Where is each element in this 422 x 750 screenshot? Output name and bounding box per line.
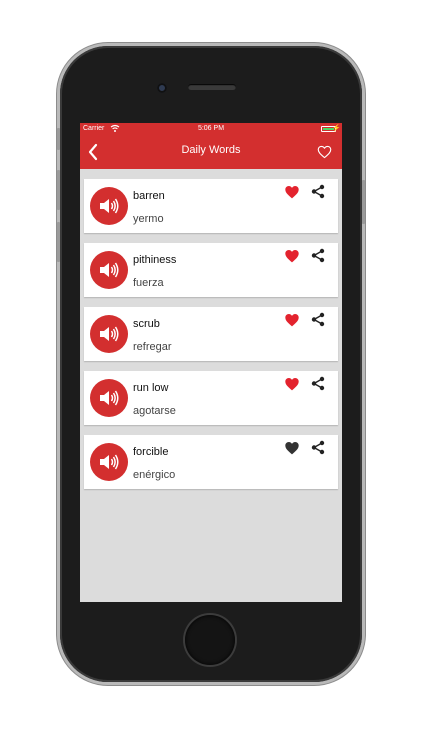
share-icon[interactable] — [311, 248, 325, 263]
share-icon[interactable] — [311, 184, 325, 199]
speaker-icon — [100, 198, 119, 214]
heart-icon[interactable] — [284, 441, 300, 455]
word-card[interactable]: run low agotarse — [84, 371, 338, 425]
play-audio-button[interactable] — [90, 379, 128, 417]
play-audio-button[interactable] — [90, 251, 128, 289]
play-audio-button[interactable] — [90, 315, 128, 353]
heart-icon[interactable] — [284, 249, 300, 263]
phone-frame: Carrier 5:06 PM ⚡ Daily Words barren yerm… — [57, 46, 365, 682]
status-bar: Carrier 5:06 PM ⚡ — [80, 123, 342, 135]
volume-up-button — [57, 170, 60, 210]
word-card[interactable]: barren yermo — [84, 179, 338, 233]
heart-icon[interactable] — [284, 377, 300, 391]
word-list: barren yermo pithiness fuerza scrub refregar r… — [84, 179, 338, 499]
word-text: barren — [133, 190, 165, 202]
translation-text: refregar — [133, 341, 172, 353]
mute-switch — [57, 128, 60, 150]
front-camera — [157, 83, 167, 93]
word-text: pithiness — [133, 254, 177, 266]
app-screen: Carrier 5:06 PM ⚡ Daily Words barren yerm… — [80, 123, 342, 602]
speaker-icon — [100, 390, 119, 406]
share-icon[interactable] — [311, 376, 325, 391]
navigation-bar: Daily Words — [80, 135, 342, 169]
translation-text: enérgico — [133, 469, 176, 481]
page-title: Daily Words — [181, 144, 241, 156]
speaker-icon — [100, 454, 119, 470]
translation-text: agotarse — [133, 405, 176, 417]
word-card[interactable]: forcible enérgico — [84, 435, 338, 489]
translation-text: yermo — [133, 213, 164, 225]
translation-text: fuerza — [133, 277, 164, 289]
heart-outline-icon[interactable] — [317, 145, 332, 159]
charging-bolt-icon: ⚡ — [332, 125, 341, 132]
word-text: scrub — [133, 318, 160, 330]
power-button — [362, 180, 365, 224]
heart-icon[interactable] — [284, 185, 300, 199]
word-card[interactable]: pithiness fuerza — [84, 243, 338, 297]
speaker-icon — [100, 326, 119, 342]
heart-icon[interactable] — [284, 313, 300, 327]
word-text: forcible — [133, 446, 169, 458]
earpiece-speaker — [188, 84, 236, 90]
home-button[interactable] — [185, 615, 235, 665]
play-audio-button[interactable] — [90, 443, 128, 481]
word-text: run low — [133, 382, 169, 394]
word-card[interactable]: scrub refregar — [84, 307, 338, 361]
status-time: 5:06 PM — [197, 125, 225, 132]
share-icon[interactable] — [311, 312, 325, 327]
play-audio-button[interactable] — [90, 187, 128, 225]
volume-down-button — [57, 222, 60, 262]
speaker-icon — [100, 262, 119, 278]
share-icon[interactable] — [311, 440, 325, 455]
